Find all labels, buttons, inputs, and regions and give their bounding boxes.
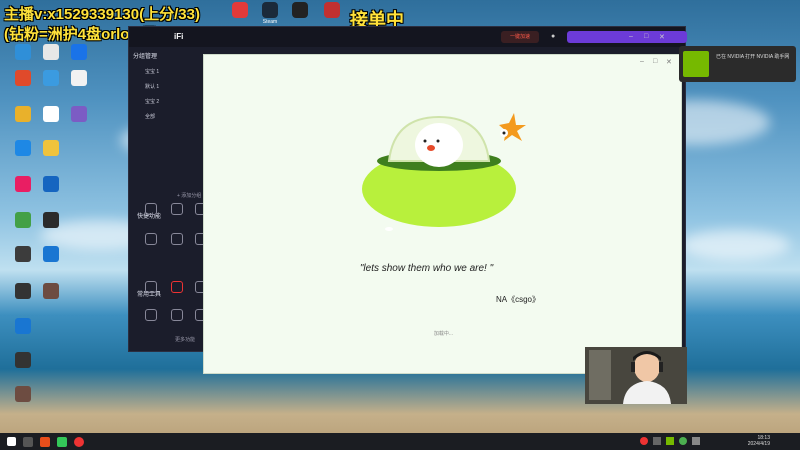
add-group-button[interactable]: + 添加分组: [177, 192, 201, 199]
app-logo: iFi: [174, 32, 184, 41]
nvidia-icon: [683, 51, 709, 77]
quick-tool-icon[interactable]: [165, 203, 189, 217]
system-tray: [640, 437, 700, 445]
app-icon: [43, 176, 59, 192]
top-app-icon-3[interactable]: [286, 2, 314, 18]
app-icon: [15, 140, 31, 156]
app-icon: [15, 44, 31, 60]
avatar-icon[interactable]: ●: [551, 33, 555, 40]
desktop-icon[interactable]: [34, 176, 68, 192]
app-icon: [43, 246, 59, 262]
sidebar-item[interactable]: 宝宝 1: [145, 68, 209, 75]
app-icon: [43, 44, 59, 60]
desktop-icon[interactable]: [34, 283, 68, 299]
app-icon: [43, 106, 59, 122]
maximize-icon[interactable]: □: [644, 33, 648, 40]
tool-icon[interactable]: [165, 309, 189, 323]
sidebar: 分组管理 宝宝 1 默认 1 宝宝 2 全部 + 添加分组 快捷功能 常用工具: [133, 51, 209, 298]
app-icon: [15, 318, 31, 334]
app-icon: [292, 2, 308, 18]
desktop-icon[interactable]: [34, 212, 68, 228]
app-icon: [15, 283, 31, 299]
app-icon: [15, 70, 31, 86]
tray-icon[interactable]: [679, 437, 687, 445]
top-app-icon-4[interactable]: [318, 2, 346, 18]
sidebar-header: 分组管理: [133, 54, 158, 60]
taskbar: 18:13 2024/4/19: [0, 433, 800, 450]
app-icon: [43, 212, 59, 228]
top-app-icon-1[interactable]: [226, 2, 254, 18]
clock-date: 2024/4/19: [747, 441, 770, 447]
desktop-icon[interactable]: [6, 386, 40, 402]
app-icon: [43, 283, 59, 299]
app-icon: [15, 176, 31, 192]
taskbar-clock[interactable]: 18:13 2024/4/19: [748, 435, 770, 447]
tray-icon[interactable]: [640, 437, 648, 445]
sidebar-item[interactable]: 全部: [145, 113, 209, 120]
app-icon: [71, 70, 87, 86]
loading-text: 加载中...: [433, 331, 454, 337]
tool-icon[interactable]: [139, 309, 163, 323]
app-icon: [43, 140, 59, 156]
title-bar: iFi 一键加速 ● – □ ✕: [129, 27, 687, 47]
promo-banner[interactable]: [567, 31, 687, 43]
splash-window: – □ ✕ "lets show them who we are! " NA《c…: [203, 54, 682, 374]
webcam-overlay: [585, 347, 687, 404]
notification-text: 已在 NVIDIA 打开 NVIDIA 助手网: [716, 54, 790, 60]
desktop-icon[interactable]: [62, 106, 96, 122]
app-icon: [15, 106, 31, 122]
close-icon[interactable]: ✕: [659, 33, 665, 41]
app-icon: [324, 2, 340, 18]
steam-logo-icon: [262, 2, 278, 18]
speed-up-button[interactable]: 一键加速: [501, 31, 539, 43]
app-icon: [232, 2, 248, 18]
tool-icon[interactable]: [165, 281, 189, 295]
taskbar-app-icon[interactable]: [74, 436, 84, 447]
app-icon: [15, 352, 31, 368]
mic-icon[interactable]: [139, 203, 163, 217]
search-icon[interactable]: [23, 436, 33, 447]
desktop-icon[interactable]: [6, 318, 40, 334]
splash-quote: "lets show them who we are! ": [359, 263, 494, 274]
quick-tool-icon[interactable]: [165, 233, 189, 247]
close-icon[interactable]: ✕: [666, 58, 672, 66]
sidebar-item[interactable]: 宝宝 2: [145, 98, 209, 105]
app-icon: [15, 246, 31, 262]
app-icon: [15, 386, 31, 402]
quote-author: NA《csgo》: [496, 295, 541, 304]
desktop-icon[interactable]: [34, 246, 68, 262]
more-functions-link[interactable]: 更多功能: [175, 336, 195, 343]
start-icon[interactable]: [7, 437, 16, 446]
tool-icon[interactable]: [139, 281, 163, 295]
minimize-icon[interactable]: –: [629, 33, 633, 40]
app-icon: [71, 106, 87, 122]
sidebar-item[interactable]: 默认 1: [145, 83, 209, 90]
taskbar-app-icon[interactable]: [40, 436, 50, 447]
desktop-icon[interactable]: [34, 140, 68, 156]
tray-icon[interactable]: [692, 437, 700, 445]
ufo-mascot-illustration: [362, 113, 526, 231]
nvidia-notification[interactable]: 已在 NVIDIA 打开 NVIDIA 助手网: [679, 46, 796, 82]
desktop-icon[interactable]: [6, 352, 40, 368]
desktop-icon[interactable]: [62, 44, 96, 60]
streamer-webcam-image: [585, 347, 687, 404]
maximize-icon[interactable]: □: [653, 58, 657, 65]
tray-icon[interactable]: [666, 437, 674, 445]
minimize-icon[interactable]: –: [640, 58, 644, 65]
app-icon: [15, 212, 31, 228]
app-icon: [71, 44, 87, 60]
app-icon: [43, 70, 59, 86]
taskbar-app-icon[interactable]: [57, 436, 67, 447]
quick-tool-icon[interactable]: [139, 233, 163, 247]
tray-icon[interactable]: [653, 437, 661, 445]
desktop-icon[interactable]: [62, 70, 96, 86]
stream-overlay-line1: 主播v:x1529339130(上分/33): [4, 6, 200, 23]
steam-icon[interactable]: Steam: [256, 2, 284, 25]
